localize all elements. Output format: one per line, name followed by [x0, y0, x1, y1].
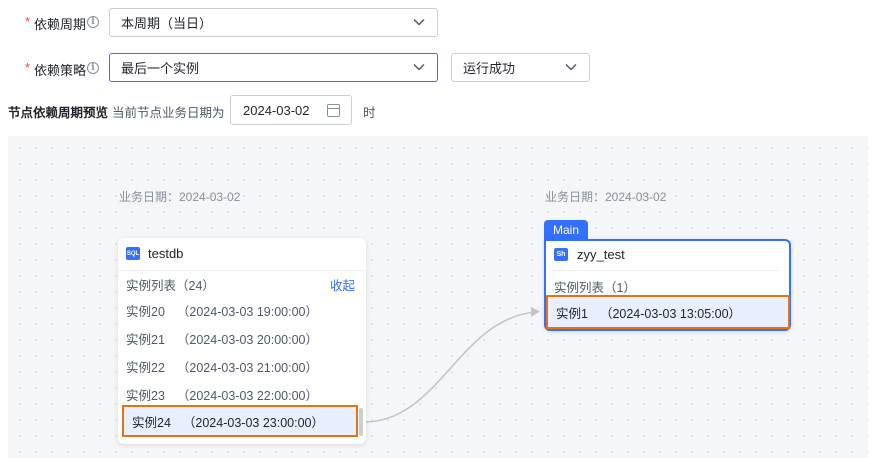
instance-item[interactable]: 实例23 （2024-03-03 22:00:00） — [118, 380, 358, 408]
dependency-cycle-select[interactable]: 本周期（当日） — [109, 8, 438, 37]
dependency-strategy-value: 最后一个实例 — [121, 61, 200, 76]
dependency-cycle-label: 依赖周期 — [34, 17, 87, 32]
preview-title: 节点依赖周期预览 — [8, 106, 109, 120]
upstream-instance-list-title: 实例列表（24） — [126, 279, 215, 293]
dependency-cycle-value: 本周期（当日） — [121, 16, 213, 31]
calendar-icon[interactable] — [327, 104, 340, 117]
info-icon[interactable]: i — [87, 62, 99, 74]
collapse-link[interactable]: 收起 — [330, 275, 355, 294]
chevron-down-icon — [413, 63, 425, 71]
downstream-date-caption: 业务日期：2024-03-02 — [545, 190, 667, 204]
shell-icon: Sh — [554, 248, 568, 261]
downstream-node[interactable]: Sh zyy_test 实例列表（1） 实例1 （2024-03-03 13:05… — [544, 239, 791, 331]
required-mark: * — [25, 14, 31, 29]
info-icon[interactable]: i — [87, 16, 99, 28]
divider — [118, 270, 366, 271]
instance-item-selected[interactable]: 实例1 （2024-03-03 13:05:00） — [546, 295, 790, 329]
required-mark: * — [25, 60, 31, 75]
business-date-input[interactable]: 2024-03-02 — [230, 95, 352, 125]
chevron-down-icon — [565, 63, 577, 71]
chevron-down-icon — [413, 18, 425, 26]
scrollbar[interactable] — [359, 408, 363, 436]
preview-subtitle: 当前节点业务日期为 — [112, 106, 225, 120]
sql-icon: SQL — [126, 247, 140, 260]
upstream-node-title: testdb — [148, 246, 184, 261]
downstream-node-title: zyy_test — [577, 247, 625, 262]
business-date-value: 2024-03-02 — [243, 102, 310, 118]
upstream-node-header: SQL testdb — [126, 246, 183, 261]
upstream-date-caption: 业务日期：2024-03-02 — [119, 190, 241, 204]
hour-suffix: 时 — [363, 106, 376, 120]
dependency-strategy-select[interactable]: 最后一个实例 — [109, 53, 438, 82]
instance-item[interactable]: 实例20 （2024-03-03 19:00:00） — [118, 296, 358, 324]
run-status-value: 运行成功 — [463, 61, 516, 76]
downstream-instance-list-title: 实例列表（1） — [554, 281, 636, 295]
dependency-strategy-label: 依赖策略 — [34, 63, 87, 78]
instance-item[interactable]: 实例22 （2024-03-03 21:00:00） — [118, 352, 358, 380]
downstream-node-header: Sh zyy_test — [554, 247, 625, 262]
divider — [552, 270, 779, 271]
run-status-select[interactable]: 运行成功 — [451, 53, 590, 82]
upstream-node[interactable]: SQL testdb 实例列表（24） 收起 实例20 （2024-03-03 1… — [118, 238, 366, 444]
instance-item-selected[interactable]: 实例24 （2024-03-03 23:00:00） — [122, 405, 358, 437]
main-tag: Main — [544, 220, 588, 240]
instance-item[interactable]: 实例21 （2024-03-03 20:00:00） — [118, 324, 358, 352]
